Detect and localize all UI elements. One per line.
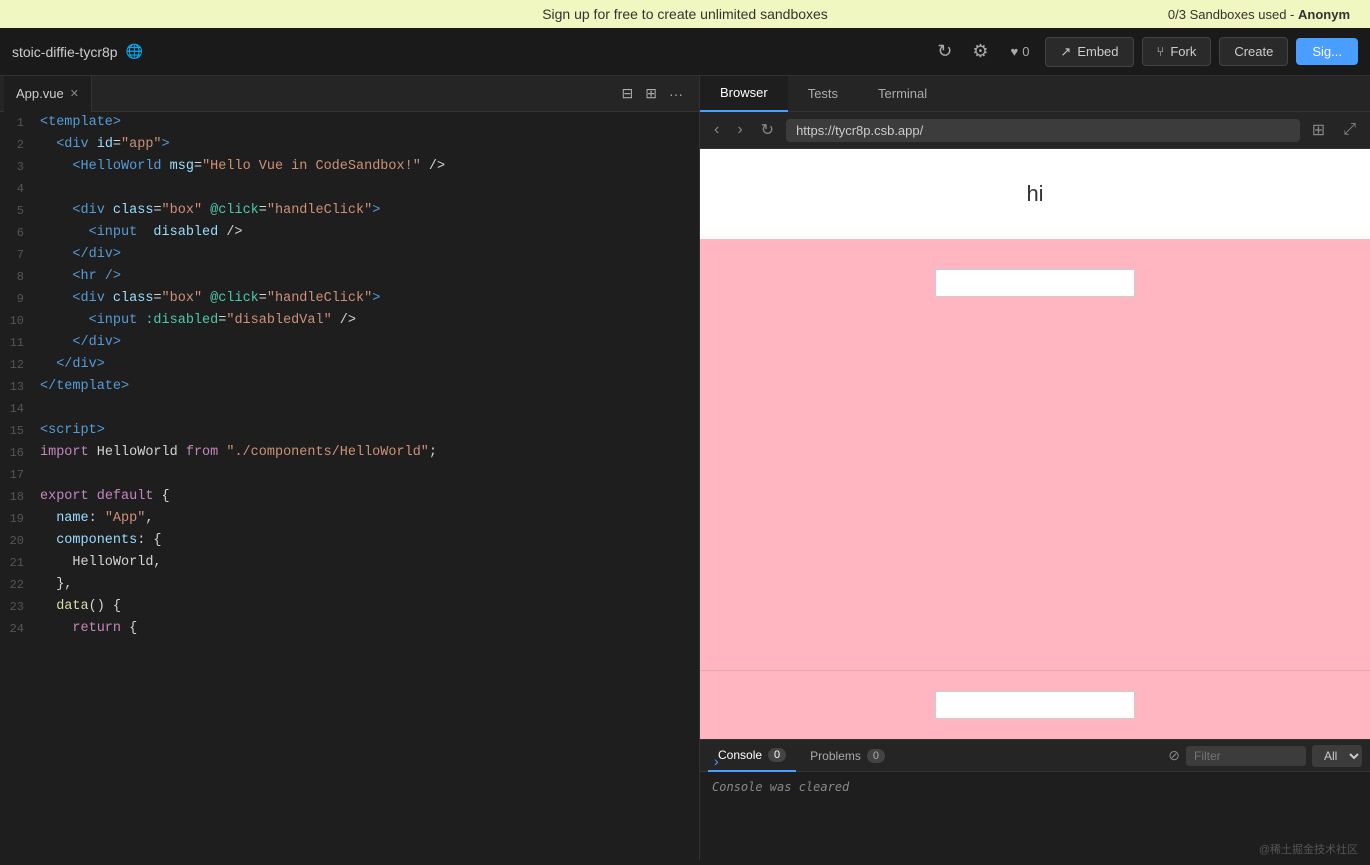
- create-label: Create: [1234, 44, 1273, 59]
- code-line-19: 19 name: "App",: [0, 508, 699, 530]
- watermark: @稀土掘金技术社区: [1259, 841, 1358, 857]
- console-label: Console: [718, 748, 762, 762]
- tab-browser[interactable]: Browser: [700, 76, 788, 112]
- fork-label: Fork: [1170, 44, 1196, 59]
- filter-select[interactable]: All: [1312, 745, 1362, 767]
- filter-input[interactable]: [1186, 746, 1306, 766]
- console-cleared-text: Console was cleared: [712, 780, 849, 794]
- browser-toolbar: ‹ › ↻ ⊞ ⤢: [700, 112, 1370, 149]
- heart-icon: ♥: [1010, 44, 1018, 59]
- code-line-8: 8 <hr />: [0, 266, 699, 288]
- code-line-23: 23 data() {: [0, 596, 699, 618]
- editor-panel: App.vue ✕ ⊟ ⊞ ··· 1 <template> 2 <div id…: [0, 76, 700, 860]
- code-line-3: 3 <HelloWorld msg="Hello Vue in CodeSand…: [0, 156, 699, 178]
- browser-preview: hi: [700, 149, 1370, 739]
- preview-pink-section-1: [700, 239, 1370, 670]
- settings-button[interactable]: ⚙: [966, 37, 994, 66]
- tab-label: App.vue: [16, 86, 64, 101]
- code-line-6: 6 <input disabled />: [0, 222, 699, 244]
- main-layout: App.vue ✕ ⊟ ⊞ ··· 1 <template> 2 <div id…: [0, 76, 1370, 860]
- preview-white-section: hi: [700, 149, 1370, 239]
- problems-label: Problems: [810, 749, 861, 763]
- code-line-11: 11 </div>: [0, 332, 699, 354]
- tab-tests[interactable]: Tests: [788, 76, 858, 112]
- code-line-17: 17: [0, 464, 699, 486]
- code-line-14: 14: [0, 398, 699, 420]
- code-line-15: 15 <script>: [0, 420, 699, 442]
- expand-button[interactable]: ⤢: [1337, 119, 1362, 141]
- split-vertical-button[interactable]: ⊟: [618, 83, 638, 104]
- code-line-10: 10 <input :disabled="disabledVal" />: [0, 310, 699, 332]
- preview-hi-text: hi: [1026, 181, 1043, 207]
- back-button[interactable]: ‹: [708, 119, 725, 141]
- console-count: 0: [768, 748, 786, 762]
- project-name: stoic-diffie-tycr8p 🌐: [12, 43, 931, 60]
- reload-button[interactable]: ↻: [755, 118, 780, 142]
- console-tabs: Console 0 Problems 0 ⊘ All: [700, 740, 1370, 772]
- sandbox-count: 0/3 Sandboxes used - Anonym: [1168, 7, 1350, 22]
- heart-button[interactable]: ♥ 0: [1002, 40, 1037, 63]
- code-line-16: 16 import HelloWorld from "./components/…: [0, 442, 699, 464]
- project-name-text: stoic-diffie-tycr8p: [12, 44, 118, 60]
- code-line-9: 9 <div class="box" @click="handleClick">: [0, 288, 699, 310]
- code-line-21: 21 HelloWorld,: [0, 552, 699, 574]
- editor-tab-app-vue[interactable]: App.vue ✕: [4, 76, 92, 112]
- code-editor[interactable]: 1 <template> 2 <div id="app"> 3 <HelloWo…: [0, 112, 699, 860]
- code-line-7: 7 </div>: [0, 244, 699, 266]
- code-line-4: 4: [0, 178, 699, 200]
- code-line-5: 5 <div class="box" @click="handleClick">: [0, 200, 699, 222]
- top-banner: Sign up for free to create unlimited san…: [0, 0, 1370, 28]
- code-line-24: 24 return {: [0, 618, 699, 640]
- header: stoic-diffie-tycr8p 🌐 ↻ ⚙ ♥ 0 ↗ Embed ⑂ …: [0, 28, 1370, 76]
- problems-tab[interactable]: Problems 0: [800, 740, 895, 772]
- embed-icon: ↗: [1060, 44, 1071, 60]
- more-options-button[interactable]: ···: [665, 83, 687, 104]
- code-line-12: 12 </div>: [0, 354, 699, 376]
- heart-count: 0: [1022, 44, 1029, 59]
- open-new-window-button[interactable]: ⊞: [1306, 118, 1331, 142]
- url-bar[interactable]: [786, 119, 1300, 142]
- console-tab[interactable]: Console 0: [708, 740, 796, 772]
- preview-pink-section-2: [700, 670, 1370, 739]
- console-filter: ⊘ All: [1168, 745, 1362, 767]
- preview-disabled-input-2: [935, 691, 1135, 719]
- preview-disabled-input-1: [935, 269, 1135, 297]
- code-line-18: 18 export default {: [0, 486, 699, 508]
- code-line-2: 2 <div id="app">: [0, 134, 699, 156]
- forward-button[interactable]: ›: [731, 119, 748, 141]
- split-horizontal-button[interactable]: ⊞: [641, 83, 661, 104]
- close-icon[interactable]: ✕: [70, 87, 79, 100]
- sign-label: Sig...: [1312, 44, 1342, 59]
- browser-tabs: Browser Tests Terminal: [700, 76, 1370, 112]
- create-button[interactable]: Create: [1219, 37, 1288, 66]
- code-line-22: 22 },: [0, 574, 699, 596]
- code-line-13: 13 </template>: [0, 376, 699, 398]
- embed-label: Embed: [1077, 44, 1118, 59]
- clear-console-icon[interactable]: ⊘: [1168, 747, 1180, 764]
- code-line-1: 1 <template>: [0, 112, 699, 134]
- editor-tab-bar: App.vue ✕ ⊟ ⊞ ···: [0, 76, 699, 112]
- right-panel: Browser Tests Terminal ‹ › ↻ ⊞ ⤢ hi: [700, 76, 1370, 860]
- banner-text: Sign up for free to create unlimited san…: [542, 6, 828, 22]
- code-line-20: 20 components: {: [0, 530, 699, 552]
- tab-actions: ⊟ ⊞ ···: [610, 83, 695, 104]
- globe-icon: 🌐: [126, 43, 143, 60]
- refresh-button[interactable]: ↻: [931, 37, 958, 66]
- fork-icon: ⑂: [1157, 44, 1165, 59]
- fork-button[interactable]: ⑂ Fork: [1142, 37, 1212, 66]
- problems-count: 0: [867, 749, 885, 763]
- tab-terminal[interactable]: Terminal: [858, 76, 947, 112]
- toolbar-right: ↻ ⚙ ♥ 0 ↗ Embed ⑂ Fork Create Sig...: [931, 37, 1358, 67]
- embed-button[interactable]: ↗ Embed: [1045, 37, 1133, 67]
- sign-button[interactable]: Sig...: [1296, 38, 1358, 65]
- console-arrow-indicator: ›: [714, 753, 719, 769]
